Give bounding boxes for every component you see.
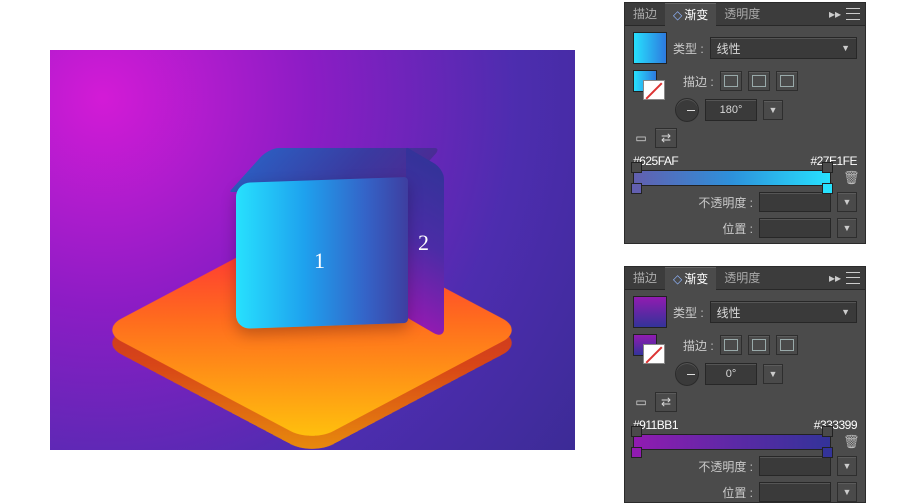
face-label-2: 2 xyxy=(418,230,429,256)
angle-dial[interactable] xyxy=(675,362,699,386)
reverse-button[interactable]: ⇄ xyxy=(655,392,677,412)
tab-transparency[interactable]: 透明度 xyxy=(716,3,768,25)
gradient-preview-swatch[interactable] xyxy=(633,32,667,64)
collapse-icon[interactable]: ▸▸ xyxy=(827,271,843,285)
position-input[interactable] xyxy=(759,482,831,502)
stroke-option-2[interactable] xyxy=(748,335,770,355)
panel-menu-icon[interactable] xyxy=(845,7,861,21)
stroke-option-1[interactable] xyxy=(720,71,742,91)
color-stop-left[interactable] xyxy=(631,183,642,194)
stroke-option-3[interactable] xyxy=(776,335,798,355)
color-stop-right[interactable] xyxy=(822,183,833,194)
color-stop-left[interactable] xyxy=(631,447,642,458)
panel-tabs: 描边 ◇渐变 透明度 ▸▸ xyxy=(625,267,865,290)
type-value: 线性 xyxy=(717,304,741,321)
opacity-stop-left[interactable] xyxy=(631,426,642,437)
panel-tabs: 描边 ◇渐变 透明度 ▸▸ xyxy=(625,3,865,26)
stroke-option-1[interactable] xyxy=(720,335,742,355)
tab-gradient-label: 渐变 xyxy=(684,272,708,286)
hex-right: #27E1FE xyxy=(810,154,857,168)
hex-right: #333399 xyxy=(814,418,857,432)
position-step[interactable]: ▼ xyxy=(837,218,857,238)
gradient-ramp[interactable] xyxy=(633,170,831,186)
aspect-icon[interactable]: ▭ xyxy=(633,395,649,409)
type-label: 类型 : xyxy=(673,304,704,321)
opacity-stop-left[interactable] xyxy=(631,162,642,173)
stroke-label: 描边 : xyxy=(683,73,714,90)
opacity-step[interactable]: ▼ xyxy=(837,192,857,212)
stroke-none-swatch[interactable] xyxy=(643,344,665,364)
opacity-input[interactable] xyxy=(759,192,831,212)
opacity-input[interactable] xyxy=(759,456,831,476)
delete-stop-icon[interactable]: 🗑 xyxy=(843,170,857,186)
gradient-panel-1: 描边 ◇渐变 透明度 ▸▸ 类型 : 线性 ▼ xyxy=(624,2,866,244)
delete-stop-icon[interactable]: 🗑 xyxy=(843,434,857,450)
position-label: 位置 : xyxy=(722,484,753,501)
tab-transparency[interactable]: 透明度 xyxy=(716,267,768,289)
angle-step[interactable]: ▼ xyxy=(763,364,783,384)
stroke-option-2[interactable] xyxy=(748,71,770,91)
opacity-step[interactable]: ▼ xyxy=(837,456,857,476)
position-label: 位置 : xyxy=(722,220,753,237)
angle-step[interactable]: ▼ xyxy=(763,100,783,120)
tab-stroke[interactable]: 描边 xyxy=(625,3,665,25)
stroke-none-swatch[interactable] xyxy=(643,80,665,100)
aspect-icon[interactable]: ▭ xyxy=(633,131,649,145)
gradient-panel-2: 描边 ◇渐变 透明度 ▸▸ 类型 : 线性 ▼ xyxy=(624,266,866,503)
angle-input[interactable] xyxy=(705,363,757,385)
position-input[interactable] xyxy=(759,218,831,238)
angle-input[interactable] xyxy=(705,99,757,121)
stroke-label: 描边 : xyxy=(683,337,714,354)
opacity-label: 不透明度 : xyxy=(698,458,753,475)
type-select[interactable]: 线性 ▼ xyxy=(710,301,857,323)
type-label: 类型 : xyxy=(673,40,704,57)
opacity-stop-right[interactable] xyxy=(822,162,833,173)
opacity-stop-right[interactable] xyxy=(822,426,833,437)
position-step[interactable]: ▼ xyxy=(837,482,857,502)
gradient-ramp[interactable] xyxy=(633,434,831,450)
reverse-button[interactable]: ⇄ xyxy=(655,128,677,148)
angle-dial[interactable] xyxy=(675,98,699,122)
gradient-preview-swatch[interactable] xyxy=(633,296,667,328)
tab-stroke[interactable]: 描边 xyxy=(625,267,665,289)
opacity-label: 不透明度 : xyxy=(698,194,753,211)
face-label-1: 1 xyxy=(314,248,325,274)
collapse-icon[interactable]: ▸▸ xyxy=(827,7,843,21)
artboard: 1 2 xyxy=(50,50,575,450)
tab-gradient-label: 渐变 xyxy=(684,8,708,22)
panel-menu-icon[interactable] xyxy=(845,271,861,285)
tab-gradient[interactable]: ◇渐变 xyxy=(665,267,716,290)
type-select[interactable]: 线性 ▼ xyxy=(710,37,857,59)
color-stop-right[interactable] xyxy=(822,447,833,458)
type-value: 线性 xyxy=(717,40,741,57)
tab-gradient[interactable]: ◇渐变 xyxy=(665,3,716,26)
stroke-option-3[interactable] xyxy=(776,71,798,91)
